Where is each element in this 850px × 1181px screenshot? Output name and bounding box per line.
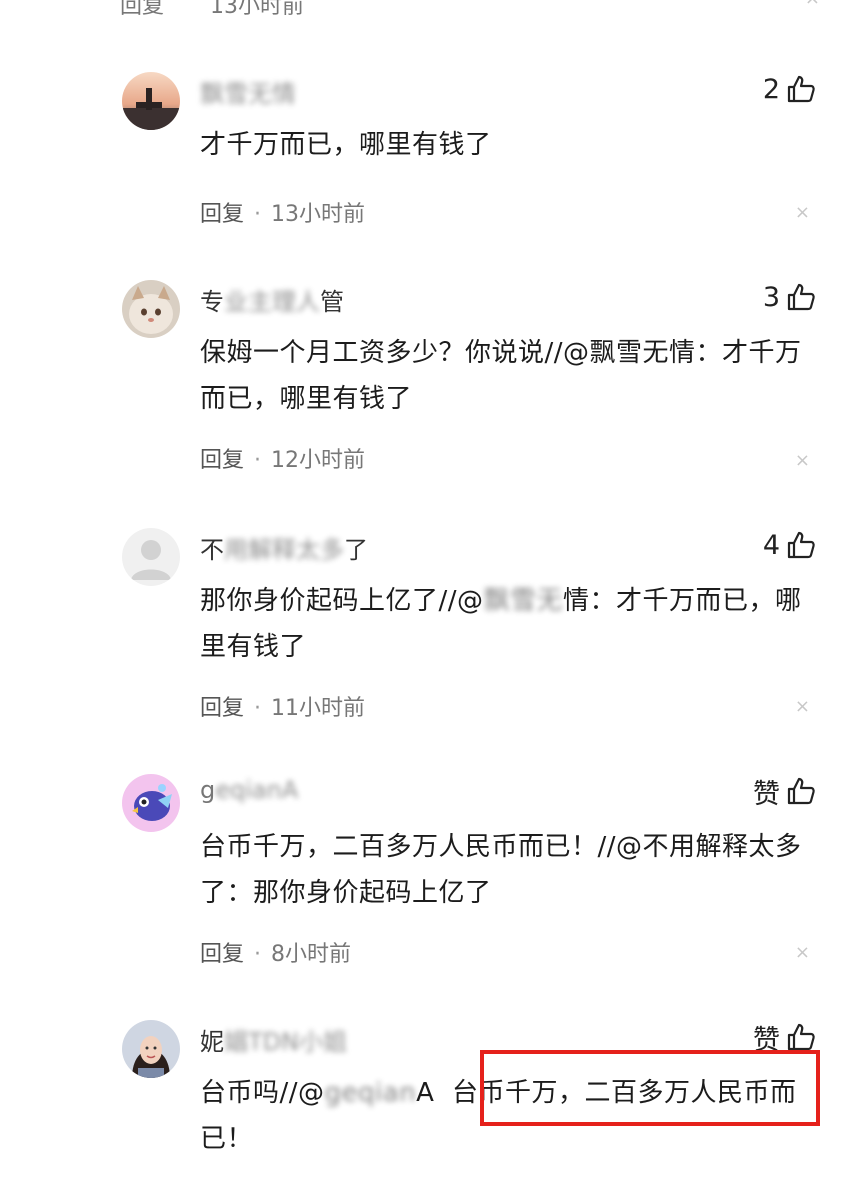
username[interactable]: 不用解释太多了 xyxy=(200,530,368,565)
separator-dot: · xyxy=(254,942,262,967)
thumbs-up-icon[interactable] xyxy=(786,74,816,104)
cat-avatar[interactable] xyxy=(122,280,180,338)
reply-button[interactable]: 回复 xyxy=(200,696,244,721)
thumbs-up-icon[interactable] xyxy=(786,1022,816,1052)
reply-button[interactable]: 回复 xyxy=(200,202,244,227)
username[interactable]: geqianA xyxy=(200,776,298,804)
close-icon[interactable]: × xyxy=(795,202,810,223)
like-count: 4 xyxy=(762,529,780,561)
reply-button[interactable]: 回复 xyxy=(200,448,244,473)
like-count: 2 xyxy=(762,73,780,105)
close-icon[interactable]: × xyxy=(795,450,810,471)
timestamp: 8小时前 xyxy=(271,942,352,967)
thumbs-up-icon[interactable] xyxy=(786,776,816,806)
comment-text: 才千万而已，哪里有钱了 xyxy=(200,130,492,160)
like-control[interactable]: 2 xyxy=(763,72,816,106)
like-control[interactable]: 赞 xyxy=(753,1020,816,1056)
sunset-avatar[interactable] xyxy=(122,72,180,130)
timestamp: 11小时前 xyxy=(271,696,366,721)
close-icon[interactable]: × xyxy=(795,696,810,717)
default-user-avatar[interactable] xyxy=(122,528,180,586)
comment-meta: 回复 · 8小时前 xyxy=(200,936,351,968)
separator-dot: · xyxy=(254,202,262,227)
username[interactable]: 飘雪无情 xyxy=(200,74,296,109)
username[interactable]: 专业主理人管 xyxy=(200,282,344,317)
comment-feed: 回复 13小时前 × 飘雪无情 xyxy=(0,0,850,1181)
username[interactable]: 妮娼TDN小姐 xyxy=(200,1022,347,1057)
timestamp: 12小时前 xyxy=(271,448,366,473)
comment-text: 那你身价起码上亿了//@飘雪无情：才千万而已，哪里有钱了 xyxy=(200,586,802,662)
like-control[interactable]: 4 xyxy=(763,528,816,562)
close-icon[interactable]: × xyxy=(805,0,820,9)
like-control[interactable]: 3 xyxy=(763,280,816,314)
thumbs-up-icon[interactable] xyxy=(786,282,816,312)
separator-dot: · xyxy=(254,448,262,473)
comment-meta: 回复 · 12小时前 xyxy=(200,442,365,474)
highlight-box xyxy=(480,1050,820,1126)
like-control[interactable]: 赞 xyxy=(753,774,816,810)
woman-avatar[interactable] xyxy=(122,1020,180,1078)
bird-avatar[interactable] xyxy=(122,774,180,832)
close-icon[interactable]: × xyxy=(795,942,810,963)
comment-text: 保姆一个月工资多少？你说说//@飘雪无情：才千万而已，哪里有钱了 xyxy=(200,338,802,414)
thumbs-up-icon[interactable] xyxy=(786,530,816,560)
comment-meta: 回复 · 13小时前 xyxy=(200,196,365,228)
comment-meta: 回复 · 11小时前 xyxy=(200,690,365,722)
like-count: 3 xyxy=(762,281,780,313)
separator-dot: · xyxy=(254,696,262,721)
previous-comment-meta: 回复 13小时前 × xyxy=(120,0,820,20)
timestamp: 13小时前 xyxy=(210,0,304,19)
comment-text: 台币千万，二百多万人民币而已！//@不用解释太多了：那你身价起码上亿了 xyxy=(200,832,802,908)
timestamp: 13小时前 xyxy=(271,202,366,227)
reply-button[interactable]: 回复 xyxy=(200,942,244,967)
like-label: 赞 xyxy=(753,778,780,810)
reply-button[interactable]: 回复 xyxy=(120,0,164,20)
